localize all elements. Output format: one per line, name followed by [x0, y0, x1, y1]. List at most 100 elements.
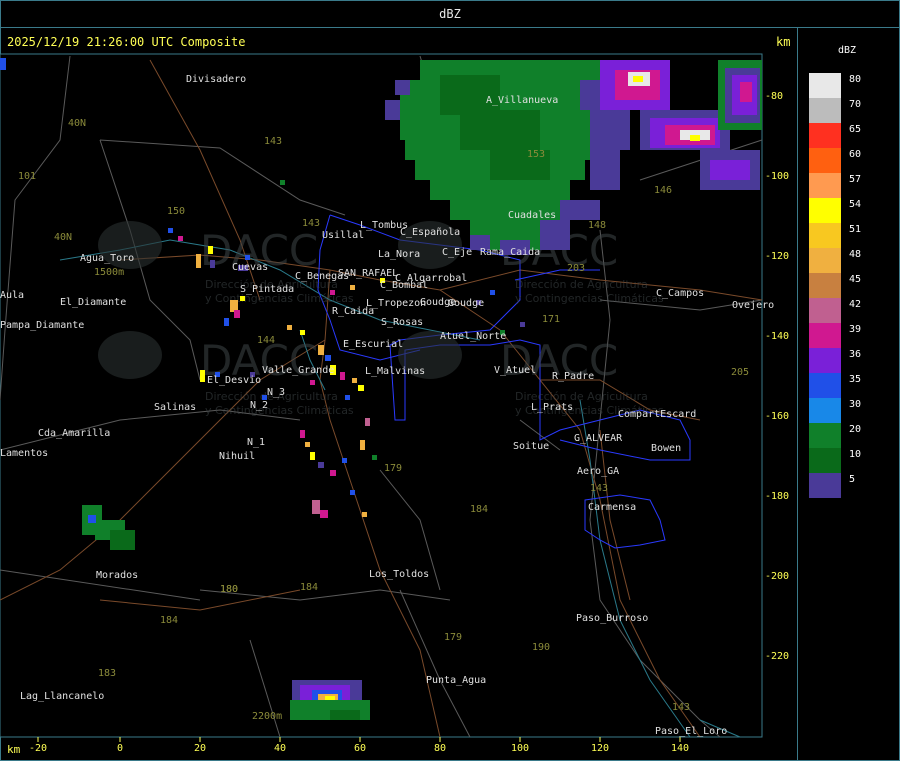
place-label: Usillal	[322, 230, 364, 241]
legend-swatch	[809, 298, 841, 323]
legend-swatch	[809, 148, 841, 173]
y-tick-label: -180	[765, 491, 789, 502]
echo-cell	[168, 228, 173, 233]
road-number: 2200m	[252, 711, 282, 722]
echo-cell	[365, 418, 370, 426]
place-label: C_Campos	[656, 288, 704, 299]
road-number: 40N	[68, 118, 86, 129]
legend-swatch	[809, 73, 841, 98]
y-tick-label: -120	[765, 251, 789, 262]
place-label: Cda_Amarilla	[38, 428, 110, 439]
place-label: Pampa_Diamante	[0, 320, 84, 331]
echo-cell	[430, 180, 570, 200]
road-number: 179	[384, 463, 402, 474]
legend-swatch	[809, 248, 841, 273]
place-label: Lag_Llancanelo	[20, 691, 104, 702]
legend-label: 39	[849, 324, 862, 335]
place-label: Atuel_Norte	[440, 331, 506, 342]
echo-cell	[196, 254, 201, 268]
place-label: R_Caida	[332, 306, 374, 317]
place-label: Valle_Grande	[262, 365, 334, 376]
place-label: La_Nora	[378, 249, 420, 260]
echo-cell	[325, 355, 331, 361]
y-tick-label: -140	[765, 331, 789, 342]
place-label: Cuevas	[232, 262, 268, 273]
place-label: R_Padre	[552, 371, 594, 382]
echo-cell	[287, 325, 292, 330]
legend-swatch	[809, 123, 841, 148]
legend-label: 70	[849, 99, 862, 110]
road-number: 153	[527, 149, 545, 160]
watermark-line2-b: y Contingencias Climáticas	[515, 292, 664, 305]
x-tick-label: 140	[671, 743, 689, 754]
place-label: El_Desvio	[207, 375, 261, 386]
place-label: El_Diamante	[60, 297, 126, 308]
place-label: L_Prats	[531, 402, 573, 413]
echo-cell	[318, 345, 324, 355]
echo-cell	[385, 100, 400, 120]
echo-cell	[312, 500, 320, 514]
echo-cell	[310, 380, 315, 385]
echo-cell	[305, 442, 310, 447]
road-number: 143	[672, 702, 690, 713]
x-tick-label: 0	[117, 743, 123, 754]
echo-cell	[330, 290, 335, 295]
road-number: 184	[160, 615, 178, 626]
legend-label: 42	[849, 299, 862, 310]
radar-map[interactable]: DACC DACC DACC DACC Dirección de Agricul…	[0, 0, 900, 761]
echo-cell	[240, 296, 245, 301]
road-number: 171	[542, 314, 560, 325]
place-label: G_ALVEAR	[574, 433, 623, 444]
echo-cell	[460, 110, 540, 150]
echo-cell	[210, 260, 215, 268]
road-number: 205	[731, 367, 749, 378]
place-label: Salinas	[154, 402, 196, 413]
road-number: 180	[220, 584, 238, 595]
watermark-line2-c: y Contingencias Climáticas	[205, 404, 354, 417]
place-label: Aula	[0, 290, 24, 301]
echo-cell	[88, 515, 96, 523]
echo-cell	[330, 710, 360, 720]
x-tick-label: 40	[274, 743, 286, 754]
echo-cell	[360, 440, 365, 450]
legend-title: dBZ	[838, 45, 857, 56]
legend-swatch	[809, 98, 841, 123]
place-label: Aero_GA	[577, 466, 619, 477]
y-tick-label: -80	[765, 91, 783, 102]
road-number: 143	[590, 483, 608, 494]
road-number: 101	[18, 171, 36, 182]
y-tick-label: -100	[765, 171, 789, 182]
place-label: Paso_El_Loro	[655, 726, 727, 737]
legend-label: 35	[849, 374, 862, 385]
place-label: A_Villanueva	[486, 95, 558, 106]
x-axis-ticks: -20 0 20 40 60 80 100 120 140	[29, 737, 689, 754]
echo-cell	[590, 110, 630, 150]
place-label: Goudge	[448, 298, 484, 309]
place-label: L_Tropezon	[366, 298, 426, 309]
place-label: Agua_Toro	[80, 253, 134, 264]
legend-label: 57	[849, 174, 862, 185]
y-tick-label: -200	[765, 571, 789, 582]
place-label: Lamentos	[0, 448, 48, 459]
legend-label: 65	[849, 124, 862, 135]
place-label: C_Bombal	[380, 280, 428, 291]
legend-label: 10	[849, 449, 862, 460]
echo-cell	[490, 290, 495, 295]
echo-cell	[350, 285, 355, 290]
echo-cell	[110, 530, 135, 550]
place-label: Rama_Caida	[480, 247, 540, 258]
legend-label: 54	[849, 199, 862, 210]
road-number: 143	[264, 136, 282, 147]
place-label: Paso_Burroso	[576, 613, 648, 624]
echo-cell	[300, 330, 305, 335]
echo-cell	[320, 510, 328, 518]
legend-label: 80	[849, 74, 862, 85]
x-tick-label: 20	[194, 743, 206, 754]
place-label: E_Escurial	[343, 339, 403, 350]
legend-swatch	[809, 423, 841, 448]
timestamp-header: 2025/12/19 21:26:00 UTC Composite	[7, 35, 246, 49]
echo-cell	[342, 458, 347, 463]
road-number: 144	[257, 335, 275, 346]
echo-cell	[310, 452, 315, 460]
road-number: 40N	[54, 232, 72, 243]
